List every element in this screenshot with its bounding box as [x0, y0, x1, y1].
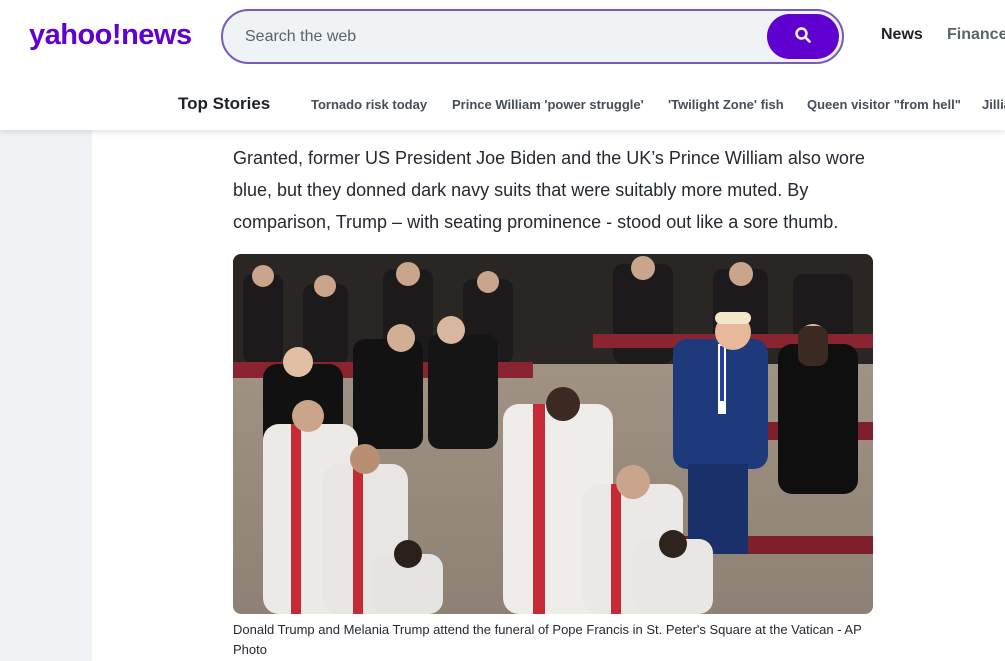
photo-caption: Donald Trump and Melania Trump attend th… — [233, 622, 862, 657]
site-header: yahoo! news News Finance Top Stories Tor… — [0, 0, 1005, 130]
nav-news[interactable]: News — [881, 26, 923, 44]
trending-link[interactable]: Tornado risk today — [311, 97, 427, 112]
trending-link[interactable]: Jillia — [982, 97, 1005, 112]
search-bar — [221, 9, 844, 64]
search-input[interactable] — [245, 11, 765, 62]
logo-yahoo: yahoo! — [29, 19, 122, 51]
nav-finance[interactable]: Finance — [947, 26, 1005, 44]
trending-link[interactable]: 'Twilight Zone' fish — [668, 97, 784, 112]
article-photo[interactable] — [233, 254, 873, 614]
article-paragraph: Granted, former US President Joe Biden a… — [233, 148, 865, 232]
top-stories-strip: Top Stories Tornado risk today Prince Wi… — [0, 88, 1005, 120]
yahoo-news-logo[interactable]: yahoo! news — [29, 19, 192, 53]
logo-news: news — [121, 19, 192, 51]
trending-link[interactable]: Queen visitor "from hell" — [807, 97, 961, 112]
funeral-photo-illustration — [233, 254, 873, 614]
search-button[interactable] — [767, 14, 839, 59]
top-stories-label[interactable]: Top Stories — [178, 94, 270, 114]
left-rail — [0, 130, 92, 661]
search-icon — [794, 26, 812, 47]
trending-link[interactable]: Prince William 'power struggle' — [452, 97, 644, 112]
